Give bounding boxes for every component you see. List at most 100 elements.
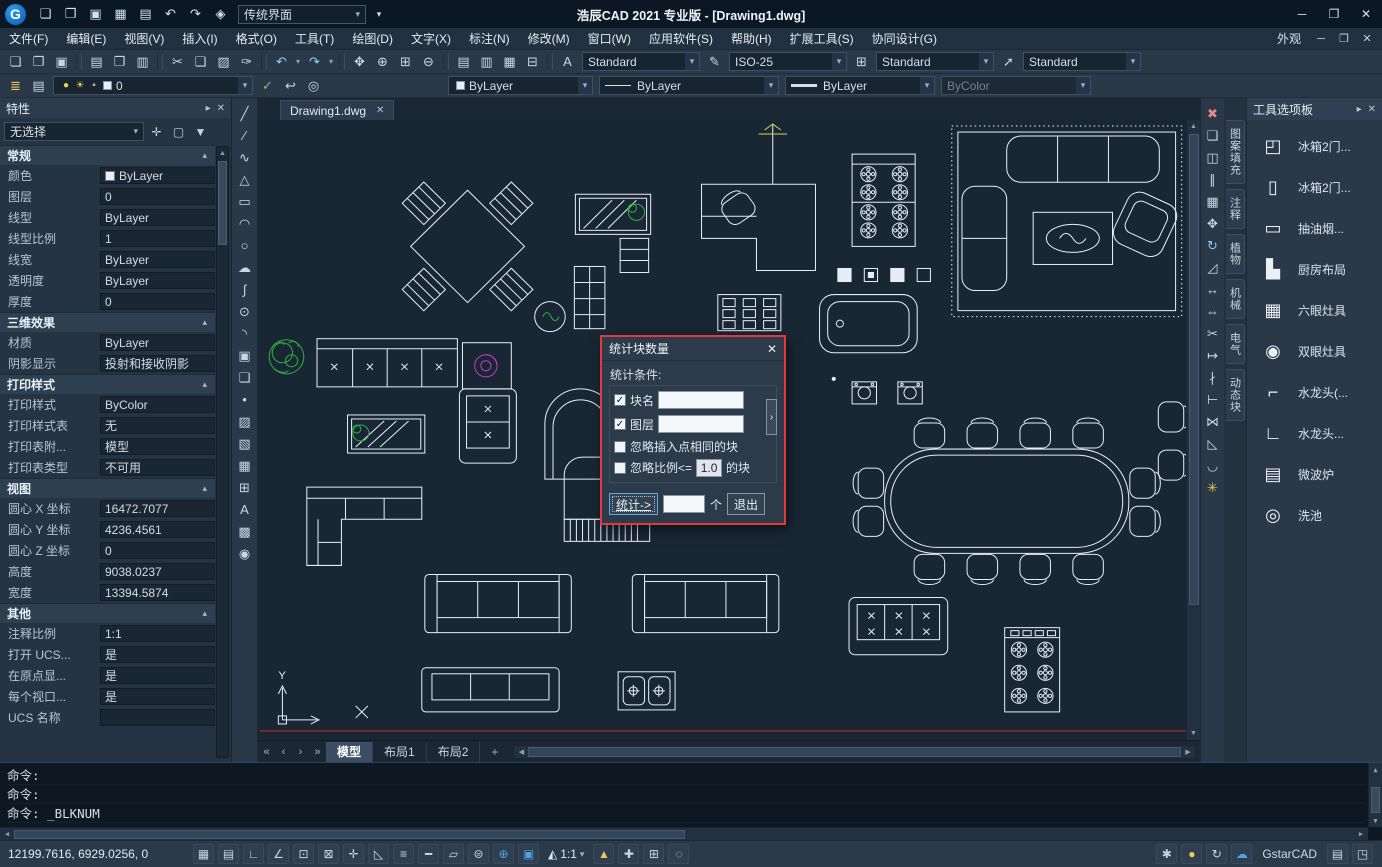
- property-row[interactable]: 宽度 13394.5874: [0, 582, 215, 603]
- scroll-up-icon[interactable]: ▲: [217, 147, 228, 160]
- dim-style-icon[interactable]: ✎: [703, 52, 726, 72]
- annotation-visibility-icon[interactable]: ▲: [593, 844, 615, 864]
- scroll-left-icon[interactable]: ◀: [514, 746, 528, 758]
- exit-button[interactable]: 退出: [727, 493, 766, 515]
- maximize-button[interactable]: ❐: [1318, 1, 1350, 27]
- settings-gear-icon[interactable]: ✱: [1156, 844, 1178, 864]
- collapse-icon[interactable]: ▴: [202, 317, 207, 328]
- redo-icon[interactable]: ↷: [303, 52, 326, 72]
- zoom-realtime-icon[interactable]: ⊕: [371, 52, 394, 72]
- menu-item[interactable]: 扩展工具(S): [781, 30, 863, 47]
- first-layout-icon[interactable]: «: [258, 746, 275, 758]
- polyline-icon[interactable]: ∿: [234, 147, 256, 168]
- ellipse-icon[interactable]: ⊙: [234, 301, 256, 322]
- block-name-input[interactable]: [658, 391, 745, 409]
- palette-tab[interactable]: 机械: [1225, 279, 1245, 319]
- trim-icon[interactable]: ✂: [1202, 323, 1224, 344]
- property-row[interactable]: 材质 ByLayer: [0, 332, 215, 353]
- scale-input[interactable]: [696, 458, 723, 477]
- object-snap-3d-icon[interactable]: ⊠: [318, 844, 339, 864]
- property-value[interactable]: 0: [100, 542, 215, 559]
- property-row[interactable]: 打印表附... 模型: [0, 436, 215, 457]
- palette-tab[interactable]: 图案填充: [1225, 120, 1245, 184]
- arc-icon[interactable]: ◠: [234, 213, 256, 234]
- property-value[interactable]: 13394.5874: [100, 584, 215, 601]
- property-row[interactable]: 厚度 0: [0, 291, 215, 312]
- cut-icon[interactable]: ✂: [166, 52, 189, 72]
- layout-tab[interactable]: 布局2: [427, 741, 481, 762]
- menu-item[interactable]: 帮助(H): [722, 30, 781, 47]
- add-layout-tab[interactable]: +: [480, 742, 509, 762]
- doc-restore-button[interactable]: ❐: [1333, 32, 1355, 45]
- redo-dropdown-icon[interactable]: ▾: [326, 52, 336, 72]
- property-value[interactable]: 不可用: [100, 459, 215, 476]
- palette-item[interactable]: ▙ 厨房布局: [1250, 250, 1379, 288]
- doc-close-button[interactable]: ✕: [1356, 32, 1378, 45]
- lengthen-icon[interactable]: ⇔: [1202, 301, 1224, 322]
- palette-item[interactable]: ⌐ 水龙头(...: [1250, 373, 1379, 411]
- chevron-down-icon[interactable]: ▾: [238, 77, 252, 94]
- make-object-layer-current-icon[interactable]: ✓: [256, 76, 279, 96]
- quick-calc-icon[interactable]: ⊟: [521, 52, 544, 72]
- annotation-scale-combo[interactable]: ◭ 1:1 ▾: [542, 847, 590, 861]
- property-value[interactable]: 是: [100, 646, 215, 663]
- last-layout-icon[interactable]: »: [309, 746, 326, 758]
- property-value[interactable]: 投射和接收阴影: [100, 355, 215, 372]
- property-row[interactable]: 线型 ByLayer: [0, 207, 215, 228]
- pan-icon[interactable]: ✥: [348, 52, 371, 72]
- donut-icon[interactable]: ◉: [234, 543, 256, 564]
- match-properties-icon[interactable]: ✑: [235, 52, 258, 72]
- collapse-icon[interactable]: ▴: [202, 150, 207, 161]
- properties-header[interactable]: 特性 ▸ ✕: [0, 98, 231, 118]
- section-header-view[interactable]: 视图 ▴: [0, 478, 215, 498]
- zoom-previous-icon[interactable]: ⊖: [417, 52, 440, 72]
- rotate-icon[interactable]: ↻: [1202, 235, 1224, 256]
- menu-item[interactable]: 编辑(E): [57, 30, 115, 47]
- tips-bulb-icon[interactable]: ●: [1181, 844, 1203, 864]
- menu-item[interactable]: 格式(O): [227, 30, 286, 47]
- make-block-icon[interactable]: ❏: [234, 367, 256, 388]
- collapse-icon[interactable]: ▴: [202, 483, 207, 494]
- property-row[interactable]: 颜色 ByLayer: [0, 165, 215, 186]
- chevron-down-icon[interactable]: ▾: [764, 77, 778, 94]
- lineweight-display-icon[interactable]: ━: [418, 844, 439, 864]
- chevron-down-icon[interactable]: ▾: [685, 53, 699, 70]
- scrollbar-thumb[interactable]: [528, 746, 1181, 757]
- dim-style-combo[interactable]: ISO-25 ▾: [729, 52, 847, 71]
- mleader-style-combo[interactable]: Standard ▾: [1023, 52, 1141, 71]
- wipeout-icon[interactable]: ▩: [234, 521, 256, 542]
- menu-item[interactable]: 绘图(D): [343, 30, 402, 47]
- property-row[interactable]: 圆心 X 坐标 16472.7077: [0, 498, 215, 519]
- expand-button[interactable]: ›: [766, 399, 777, 435]
- property-row[interactable]: 打印样式表 无: [0, 415, 215, 436]
- toolbar-separator[interactable]: [547, 53, 553, 70]
- scale-icon[interactable]: ◿: [1202, 257, 1224, 278]
- palette-item[interactable]: ▯ 冰箱2门...: [1250, 168, 1379, 206]
- document-tab-close-icon[interactable]: ✕: [376, 105, 384, 116]
- property-value[interactable]: 是: [100, 688, 215, 705]
- quick-access-overflow-icon[interactable]: ▾: [371, 3, 387, 25]
- property-value[interactable]: 1:1: [100, 625, 215, 642]
- close-button[interactable]: ✕: [1350, 1, 1382, 27]
- extend-icon[interactable]: ↦: [1202, 345, 1224, 366]
- pin-icon[interactable]: ▸: [1357, 104, 1362, 115]
- property-value[interactable]: ByColor: [100, 396, 215, 413]
- close-icon[interactable]: ✕: [1368, 104, 1376, 115]
- layer-lock-icon[interactable]: ▪: [87, 80, 101, 91]
- construction-line-icon[interactable]: ∕: [234, 125, 256, 146]
- palette-item[interactable]: ◎ 洗池: [1250, 496, 1379, 534]
- plot-icon[interactable]: ▤: [133, 3, 158, 25]
- layer-combo[interactable]: ● ☀ ▪ 0 ▾: [53, 76, 253, 95]
- tool-palettes-icon[interactable]: ▥: [475, 52, 498, 72]
- ignore-insert-checkbox[interactable]: [614, 440, 626, 453]
- palette-item[interactable]: ∟ 水龙头...: [1250, 414, 1379, 452]
- property-row[interactable]: 在原点显... 是: [0, 665, 215, 686]
- property-value[interactable]: 4236.4561: [100, 521, 215, 538]
- selection-cycling-icon[interactable]: ⊜: [468, 844, 489, 864]
- fillet-icon[interactable]: ◡: [1202, 455, 1224, 476]
- gradient-icon[interactable]: ▧: [234, 433, 256, 454]
- break-icon[interactable]: ⊢: [1202, 389, 1224, 410]
- property-row[interactable]: 圆心 Y 坐标 4236.4561: [0, 519, 215, 540]
- table-style-icon[interactable]: ⊞: [850, 52, 873, 72]
- viewport-maximize-icon[interactable]: ⊕: [493, 844, 514, 864]
